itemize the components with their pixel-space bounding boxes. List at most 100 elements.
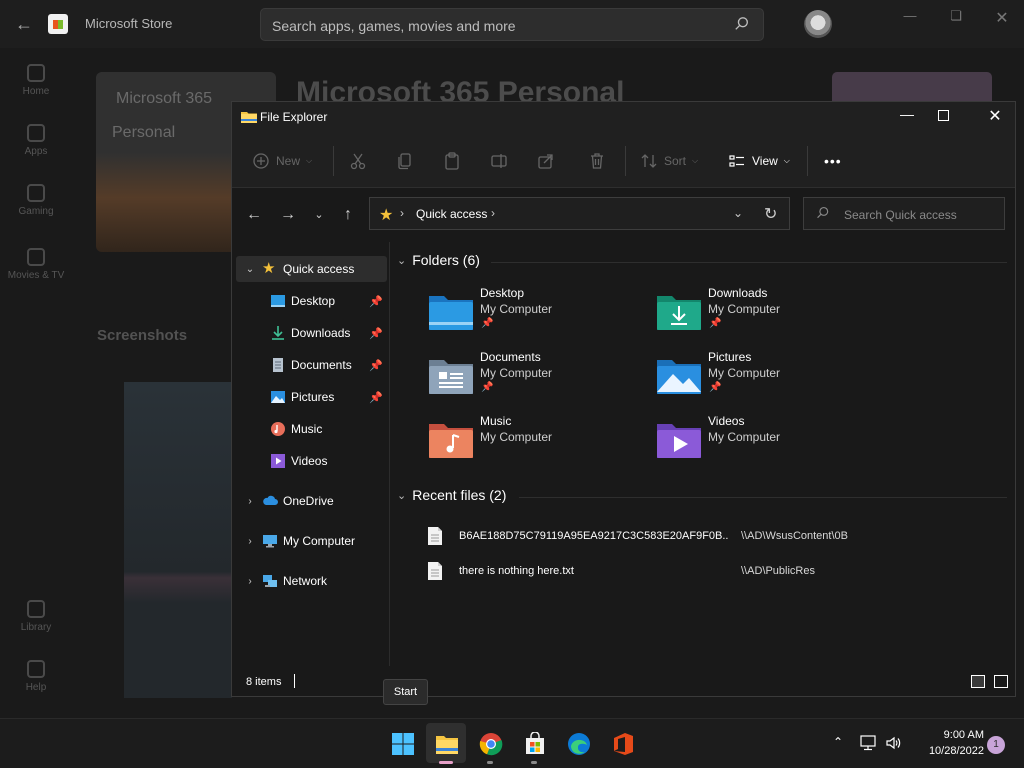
recent-file-path: \\AD\WsusContent\0B	[741, 530, 848, 542]
up-button[interactable]: ↑	[339, 206, 357, 224]
chevron-down-icon[interactable]: ⌄	[397, 489, 406, 502]
chrome-icon	[479, 733, 503, 756]
chevron-down-icon[interactable]: ⌄	[244, 264, 256, 275]
recent-file-row[interactable]: there is nothing here.txt \\AD\PublicRes	[427, 561, 1007, 583]
store-nav-movies[interactable]: Movies & TV	[0, 248, 72, 281]
store-nav: Home Apps Gaming Movies & TV Library Hel…	[0, 48, 72, 718]
store-maximize-button[interactable]: ❏	[946, 8, 966, 28]
clock-time[interactable]: 9:00 AM	[922, 729, 984, 741]
recent-locations-button[interactable]: ⌄	[310, 206, 328, 224]
pin-icon[interactable]: 📌	[369, 327, 383, 340]
sidebar-item-pictures[interactable]: Pictures 📌	[236, 384, 387, 410]
search-icon[interactable]	[734, 16, 752, 34]
clock-date[interactable]: 10/28/2022	[922, 745, 984, 757]
address-bar[interactable]: ★ › Quick access › ⌄ ↻	[369, 197, 790, 230]
store-minimize-button[interactable]: —	[900, 8, 920, 28]
store-nav-library[interactable]: Library	[0, 600, 72, 633]
tiles-view-button[interactable]	[994, 675, 1008, 688]
address-history-dropdown[interactable]: ⌄	[733, 206, 743, 220]
search-placeholder: Search Quick access	[844, 208, 957, 222]
taskbar-chrome[interactable]	[470, 723, 510, 764]
documents-folder-icon	[429, 360, 473, 394]
rename-icon	[491, 154, 507, 168]
maximize-button[interactable]	[938, 110, 949, 121]
back-arrow-icon[interactable]: ←	[12, 12, 36, 36]
taskbar-office[interactable]	[602, 723, 642, 763]
sidebar-item-onedrive[interactable]: › OneDrive	[236, 488, 387, 514]
item-count: 8 items	[246, 676, 282, 688]
sidebar-item-desktop[interactable]: Desktop 📌	[236, 288, 387, 314]
forward-button[interactable]: →	[279, 206, 297, 224]
chevron-right-icon[interactable]: ›	[244, 576, 256, 587]
sidebar-item-network[interactable]: › Network	[236, 568, 387, 594]
more-options-button[interactable]: •••	[824, 150, 842, 172]
user-avatar[interactable]	[804, 10, 832, 38]
cut-button[interactable]	[349, 150, 367, 172]
folder-tile-music[interactable]: Music My Computer	[429, 414, 649, 474]
chevron-right-icon[interactable]: ›	[244, 536, 256, 547]
start-tooltip: Start	[383, 679, 428, 705]
taskbar-file-explorer[interactable]	[426, 723, 466, 764]
chevron-right-icon[interactable]: ›	[244, 496, 256, 507]
edge-icon	[568, 733, 590, 755]
folder-tile-downloads[interactable]: Downloads My Computer 📌	[657, 286, 877, 346]
pin-icon[interactable]: 📌	[369, 359, 383, 372]
store-nav-help[interactable]: Help	[0, 660, 72, 693]
sort-button[interactable]: Sort ⌵	[640, 150, 698, 172]
new-button[interactable]: New ⌵	[252, 150, 312, 172]
folder-icon	[241, 112, 257, 123]
store-close-button[interactable]: ✕	[992, 8, 1012, 28]
folder-tile-videos[interactable]: Videos My Computer	[657, 414, 877, 474]
volume-icon[interactable]	[885, 734, 903, 752]
sidebar-item-downloads[interactable]: Downloads 📌	[236, 320, 387, 346]
screenshot-thumbnail[interactable]	[124, 382, 232, 698]
minimize-button[interactable]: —	[896, 106, 918, 128]
pin-icon: 📌	[481, 382, 494, 393]
view-button[interactable]: View ⌵	[728, 150, 790, 172]
store-search-box[interactable]: Search apps, games, movies and more	[260, 8, 764, 41]
chevron-down-icon[interactable]: ⌄	[397, 254, 406, 267]
refresh-icon[interactable]: ↻	[764, 204, 777, 224]
explorer-titlebar[interactable]: File Explorer — ✕	[232, 102, 1015, 134]
recent-file-row[interactable]: B6AE188D75C79119A95EA9217C3C583E20AF9F0B…	[427, 526, 1007, 548]
copy-icon	[398, 153, 411, 170]
folder-tile-documents[interactable]: Documents My Computer 📌	[429, 350, 649, 410]
copy-button[interactable]	[396, 150, 414, 172]
sidebar-item-documents[interactable]: Documents 📌	[236, 352, 387, 378]
folders-group-header[interactable]: ⌄ Folders (6)	[397, 252, 480, 268]
taskbar-edge[interactable]	[558, 723, 598, 763]
chevron-right-icon[interactable]: ›	[400, 206, 404, 220]
explorer-search-box[interactable]: Search Quick access	[803, 197, 1005, 230]
sidebar-item-videos[interactable]: Videos	[236, 448, 387, 474]
share-button[interactable]	[537, 150, 555, 172]
network-status-icon[interactable]	[860, 735, 878, 751]
recent-files-group-header[interactable]: ⌄ Recent files (2)	[397, 487, 506, 503]
store-nav-apps[interactable]: Apps	[0, 124, 72, 157]
start-button[interactable]	[382, 723, 422, 763]
chevron-up-icon[interactable]: ⌃	[833, 735, 843, 749]
back-button[interactable]: ←	[245, 206, 263, 224]
chevron-right-icon[interactable]: ›	[491, 206, 495, 220]
sidebar-item-my-computer[interactable]: › My Computer	[236, 528, 387, 554]
paste-button[interactable]	[443, 150, 461, 172]
folder-tile-desktop[interactable]: Desktop My Computer 📌	[429, 286, 649, 346]
notification-badge[interactable]: 1	[987, 736, 1005, 754]
taskbar-microsoft-store[interactable]	[514, 723, 554, 764]
music-folder-icon	[429, 424, 473, 458]
address-location[interactable]: Quick access	[416, 207, 487, 221]
pictures-icon	[271, 391, 285, 403]
pin-icon[interactable]: 📌	[369, 391, 383, 404]
close-button[interactable]: ✕	[984, 106, 1006, 128]
store-search-placeholder: Search apps, games, movies and more	[272, 18, 516, 34]
sidebar-item-music[interactable]: Music	[236, 416, 387, 442]
pin-icon[interactable]: 📌	[369, 295, 383, 308]
recent-file-name: B6AE188D75C79119A95EA9217C3C583E20AF9F0B…	[459, 530, 729, 542]
rename-button[interactable]	[490, 150, 508, 172]
address-row: ← → ⌄ ↑ ★ › Quick access › ⌄ ↻ Search Qu…	[232, 188, 1015, 242]
sidebar-item-quick-access[interactable]: ⌄ ★ Quick access	[236, 256, 387, 282]
store-nav-gaming[interactable]: Gaming	[0, 184, 72, 217]
details-view-button[interactable]	[971, 675, 985, 688]
store-nav-home[interactable]: Home	[0, 64, 72, 97]
folder-tile-pictures[interactable]: Pictures My Computer 📌	[657, 350, 877, 410]
delete-button[interactable]	[588, 150, 606, 172]
